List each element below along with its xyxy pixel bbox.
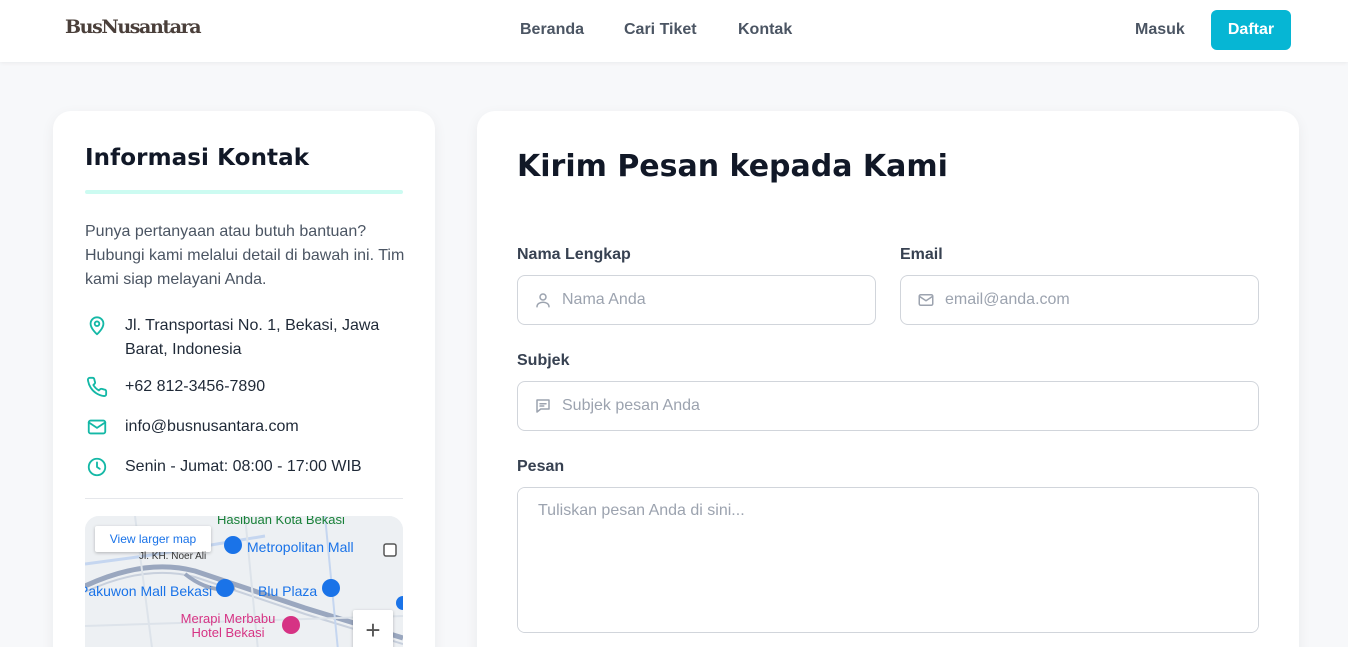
map-place-label: Metropolitan Mall — [247, 539, 354, 555]
map-pin-icon — [85, 314, 109, 338]
subject-field[interactable] — [517, 381, 1259, 431]
contact-info-description: Punya pertanyaan atau butuh bantuan? Hub… — [85, 223, 405, 288]
map-place-label: Pakuwon Mall Bekasi — [85, 583, 213, 599]
brand-logo[interactable]: BusNusantara — [65, 16, 202, 38]
email-row: info@busnusantara.com — [85, 415, 403, 439]
divider — [85, 498, 403, 499]
mail-icon — [85, 415, 109, 439]
clock-icon — [85, 455, 109, 479]
phone-text[interactable]: +62 812-3456-7890 — [125, 375, 403, 399]
register-button[interactable]: Daftar — [1211, 10, 1291, 50]
hours-text: Senin - Jumat: 08:00 - 17:00 WIB — [125, 458, 362, 475]
map-place-label: Merapi Merbabu Hotel Bekasi — [180, 611, 276, 640]
login-link[interactable]: Masuk — [1135, 21, 1185, 39]
email-label: Email — [900, 246, 943, 263]
message-field[interactable] — [517, 487, 1259, 633]
subject-input[interactable] — [562, 382, 1242, 430]
nav-link-search-ticket[interactable]: Cari Tiket — [624, 21, 697, 39]
phone-icon — [85, 375, 109, 399]
map-place-label: Blu Plaza — [258, 583, 318, 599]
contact-info-title: Informasi Kontak — [85, 145, 310, 171]
form-title: Kirim Pesan kepada Kami — [517, 149, 948, 184]
phone-row: +62 812-3456-7890 — [85, 375, 403, 399]
name-field[interactable] — [517, 275, 876, 325]
map-road-label: Jl. KH. Noer Ali — [139, 551, 207, 562]
email-text[interactable]: info@busnusantara.com — [125, 415, 403, 439]
subject-label: Subjek — [517, 352, 570, 369]
message-label: Pesan — [517, 458, 565, 475]
mail-icon — [917, 291, 935, 309]
address-text: Jl. Transportasi No. 1, Bekasi, Jawa Bar… — [125, 317, 380, 358]
title-underline — [85, 190, 403, 194]
name-input[interactable] — [562, 276, 862, 324]
contact-info-card: Informasi Kontak Punya pertanyaan atau b… — [53, 111, 435, 647]
user-icon — [534, 291, 552, 309]
address-row: Jl. Transportasi No. 1, Bekasi, Jawa Bar… — [85, 314, 403, 362]
map-place-label: Hasibuan Kota Bekasi — [217, 516, 345, 527]
message-textarea[interactable] — [518, 488, 1258, 632]
nav-link-contact[interactable]: Kontak — [738, 21, 792, 39]
chat-bubble-icon — [534, 397, 552, 415]
hours-row: Senin - Jumat: 08:00 - 17:00 WIB — [85, 455, 403, 479]
embedded-map[interactable]: View larger map Hasibuan Kota Bekasi Met… — [85, 516, 403, 647]
view-larger-map-link[interactable]: View larger map — [95, 526, 211, 552]
contact-form-card: Kirim Pesan kepada Kami Nama Lengkap Ema… — [477, 111, 1299, 647]
top-navbar: BusNusantara Beranda Cari Tiket Kontak M… — [0, 0, 1348, 62]
nav-link-home[interactable]: Beranda — [520, 21, 584, 39]
email-field[interactable] — [900, 275, 1259, 325]
name-label: Nama Lengkap — [517, 246, 631, 263]
email-input[interactable] — [945, 276, 1245, 324]
map-zoom-in-button[interactable]: + — [353, 610, 393, 647]
